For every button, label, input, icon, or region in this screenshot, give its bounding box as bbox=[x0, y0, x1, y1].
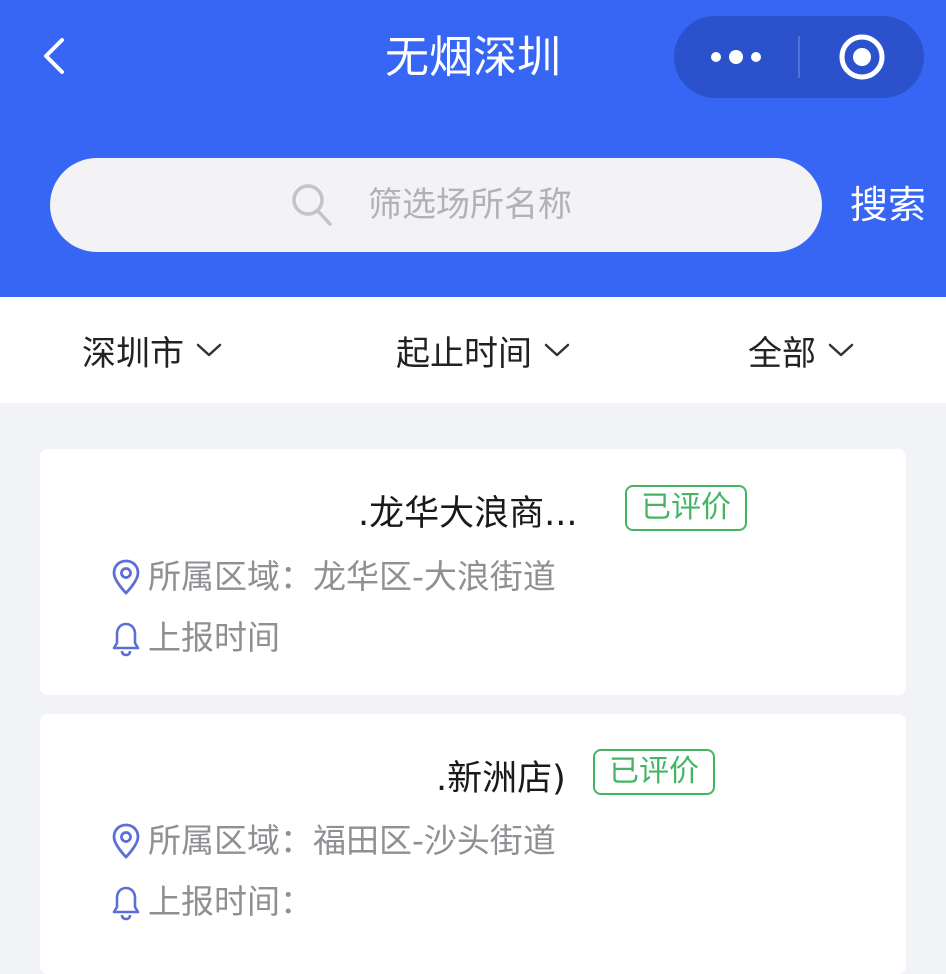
place-name: .新洲店) bbox=[436, 759, 566, 799]
report-time-row: 上报时间： bbox=[110, 879, 313, 925]
status-badge: 已评价 bbox=[625, 485, 747, 531]
status-badge: 已评价 bbox=[593, 749, 715, 795]
chevron-down-icon bbox=[828, 343, 854, 357]
bell-icon bbox=[112, 886, 140, 921]
location-pin-icon bbox=[112, 559, 140, 595]
bell-icon bbox=[112, 622, 140, 657]
filter-status[interactable]: 全部 bbox=[748, 325, 854, 375]
place-card[interactable]: .新洲店) 已评价 所属区域：福田区-沙头街道 上报时间： bbox=[40, 714, 906, 974]
filter-time-range[interactable]: 起止时间 bbox=[396, 325, 570, 375]
location-pin-icon bbox=[112, 823, 140, 859]
filter-status-label: 全部 bbox=[748, 333, 816, 374]
region-text: 所属区域：龙华区-大浪街道 bbox=[148, 557, 556, 596]
filter-bar: 深圳市 起止时间 全部 bbox=[0, 297, 946, 403]
chevron-down-icon bbox=[544, 343, 570, 357]
more-button[interactable] bbox=[674, 16, 798, 98]
search-icon bbox=[292, 184, 332, 226]
search-box bbox=[50, 158, 822, 252]
region-row: 所属区域：福田区-沙头街道 bbox=[110, 818, 556, 864]
filter-city[interactable]: 深圳市 bbox=[82, 325, 222, 375]
report-time-text: 上报时间 bbox=[148, 618, 280, 657]
region-row: 所属区域：龙华区-大浪街道 bbox=[110, 554, 556, 600]
report-time-row: 上报时间 bbox=[110, 615, 280, 661]
place-card[interactable]: .龙华大浪商... 已评价 所属区域：龙华区-大浪街道 上报时间 bbox=[40, 449, 906, 695]
search-input[interactable] bbox=[360, 180, 788, 230]
report-time-text: 上报时间： bbox=[148, 882, 313, 921]
mini-program-capsule bbox=[674, 16, 924, 98]
search-button[interactable]: 搜索 bbox=[850, 180, 926, 230]
more-dots-icon bbox=[711, 50, 761, 64]
chevron-down-icon bbox=[196, 343, 222, 357]
target-circle-icon bbox=[839, 34, 885, 80]
region-text: 所属区域：福田区-沙头街道 bbox=[148, 821, 556, 860]
app-header: 无烟深圳 搜索 bbox=[0, 0, 946, 297]
place-name: .龙华大浪商... bbox=[358, 494, 578, 534]
filter-time-range-label: 起止时间 bbox=[396, 333, 532, 374]
close-button[interactable] bbox=[800, 16, 924, 98]
filter-city-label: 深圳市 bbox=[82, 333, 184, 374]
